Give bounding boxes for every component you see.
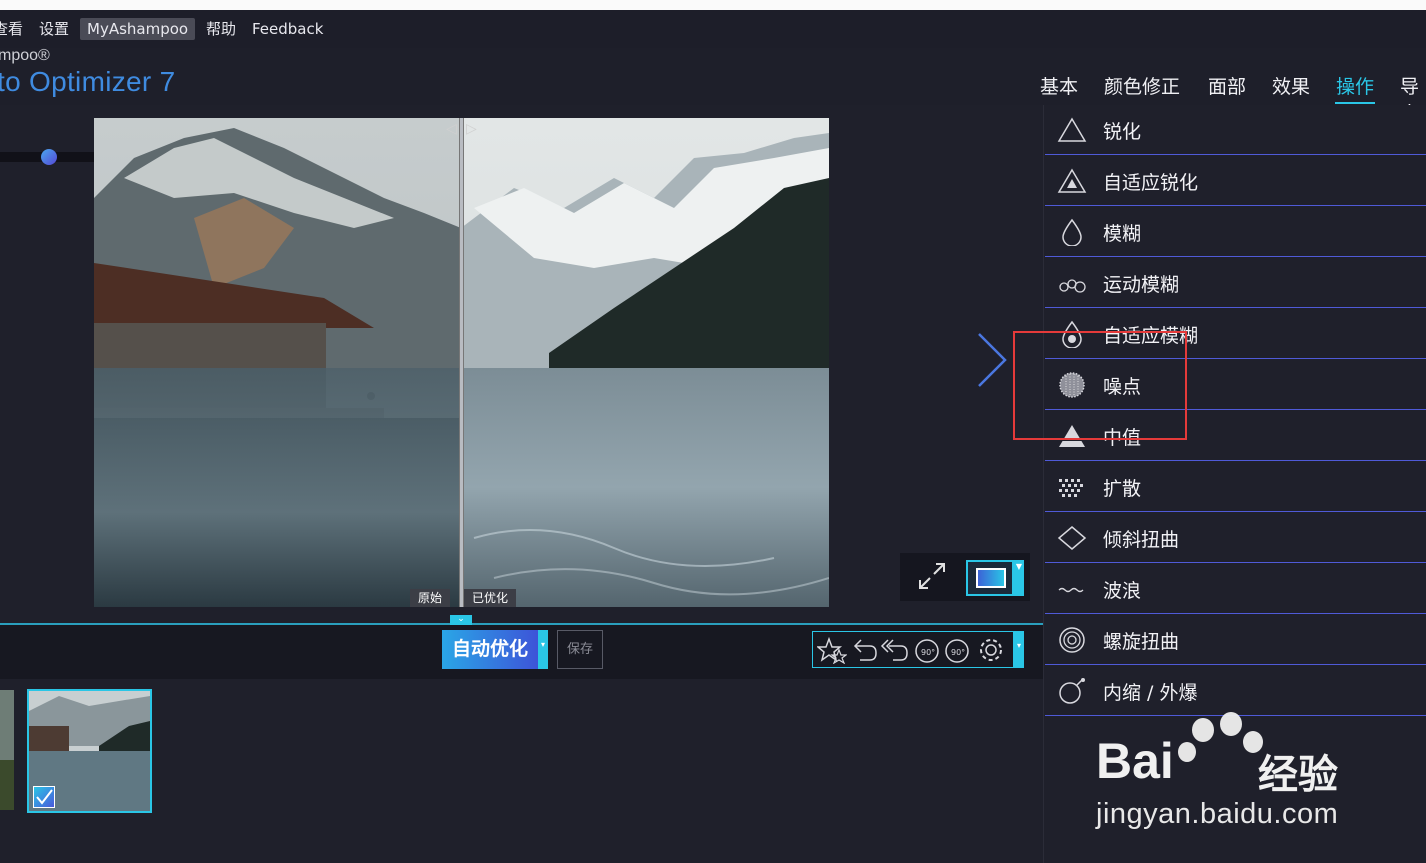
implode-explode-icon bbox=[1059, 678, 1085, 704]
split-right-arrow-icon[interactable]: ▷ bbox=[466, 121, 477, 137]
highlight-annotation-box bbox=[1013, 331, 1187, 440]
label-optimized: 已优化 bbox=[464, 589, 517, 607]
label-original: 原始 bbox=[410, 589, 451, 607]
operation-skew[interactable]: 倾斜扭曲 bbox=[1045, 513, 1426, 563]
tab-effects[interactable]: 效果 bbox=[1272, 72, 1310, 99]
tab-basic[interactable]: 基本 bbox=[1040, 72, 1078, 99]
operation-label: 运动模糊 bbox=[1103, 274, 1180, 296]
split-left-arrow-icon[interactable]: ◁ bbox=[446, 121, 457, 137]
thumbnail-checkbox[interactable] bbox=[33, 786, 55, 808]
zoom-slider-handle[interactable] bbox=[41, 149, 57, 165]
rotate-left-90-icon[interactable]: 90° bbox=[911, 636, 941, 664]
operation-adaptive-sharpen[interactable]: 自适应锐化 bbox=[1045, 156, 1426, 206]
watermark-url: jingyan.baidu.com bbox=[1096, 798, 1339, 830]
wave-icon bbox=[1058, 587, 1084, 593]
compare-view-button[interactable] bbox=[966, 560, 1014, 596]
collapse-filmstrip-button[interactable]: ⌄ bbox=[450, 615, 472, 625]
motion-blur-icon bbox=[1059, 279, 1086, 293]
operation-label: 锐化 bbox=[1103, 121, 1142, 143]
brand-vendor: mpoo® bbox=[0, 47, 50, 64]
operation-label: 自适应锐化 bbox=[1103, 172, 1199, 194]
auto-optimize-button[interactable]: 自动优化 bbox=[442, 630, 538, 669]
compare-view-dropdown[interactable]: ▼ bbox=[1014, 560, 1024, 596]
thumbnail-previous-image bbox=[0, 690, 14, 810]
app-window: 查看 设置 MyAshampoo 帮助 Feedback mpoo® to Op… bbox=[0, 0, 1426, 863]
operation-diffuse[interactable]: 扩散 bbox=[1045, 462, 1426, 512]
skew-icon bbox=[1057, 526, 1087, 550]
app-title: to Optimizer 7 bbox=[0, 66, 176, 97]
tools-dropdown[interactable]: ▾ bbox=[1014, 631, 1024, 668]
window-top-edge bbox=[0, 0, 1426, 10]
menu-view[interactable]: 查看 bbox=[0, 18, 30, 40]
menu-bar: 查看 设置 MyAshampoo 帮助 Feedback bbox=[0, 10, 1426, 48]
menu-settings[interactable]: 设置 bbox=[32, 18, 76, 40]
adaptive-sharpen-icon bbox=[1057, 168, 1087, 193]
operation-sharpen[interactable]: 锐化 bbox=[1045, 105, 1426, 155]
svg-text:90°: 90° bbox=[921, 648, 935, 657]
menu-feedback[interactable]: Feedback bbox=[245, 18, 330, 40]
category-tabs: 基本 颜色修正 面部 效果 操作 导出 bbox=[1025, 70, 1426, 125]
drop-blur-icon bbox=[1062, 218, 1082, 246]
tab-operations[interactable]: 操作 bbox=[1336, 72, 1374, 99]
operation-motion-blur[interactable]: 运动模糊 bbox=[1045, 258, 1426, 308]
compare-split-handle[interactable] bbox=[459, 118, 464, 607]
auto-optimize-dropdown[interactable]: ▾ bbox=[538, 630, 548, 669]
menu-help[interactable]: 帮助 bbox=[199, 18, 243, 40]
settings-gear-icon[interactable] bbox=[976, 636, 1006, 664]
operation-label: 模糊 bbox=[1103, 223, 1142, 245]
tab-color-correction[interactable]: 颜色修正 bbox=[1104, 72, 1180, 99]
triangle-sharpen-icon bbox=[1057, 117, 1087, 142]
tab-face[interactable]: 面部 bbox=[1208, 72, 1246, 99]
operation-label: 螺旋扭曲 bbox=[1103, 631, 1180, 653]
diffuse-icon bbox=[1059, 479, 1083, 497]
fullscreen-icon[interactable] bbox=[914, 562, 950, 594]
operation-wave[interactable]: 波浪 bbox=[1045, 564, 1426, 614]
watermark-brand-suffix: 经验 bbox=[1258, 752, 1338, 798]
watermark-brand: Bai bbox=[1096, 733, 1174, 789]
active-tab-indicator bbox=[1335, 102, 1375, 104]
operation-label: 波浪 bbox=[1103, 580, 1142, 602]
operation-swirl[interactable]: 螺旋扭曲 bbox=[1045, 615, 1426, 665]
undo-icon[interactable] bbox=[848, 636, 878, 664]
edit-tools-group: 90° 90° bbox=[812, 631, 1014, 668]
menu-myashampoo[interactable]: MyAshampoo bbox=[80, 18, 196, 40]
filmstrip bbox=[0, 679, 1043, 863]
operation-implode-explode[interactable]: 内缩 / 外爆 bbox=[1045, 666, 1426, 716]
thumbnail-previous[interactable] bbox=[0, 690, 14, 810]
save-button[interactable]: 保存 bbox=[557, 630, 603, 669]
operation-label: 内缩 / 外爆 bbox=[1103, 682, 1198, 704]
swirl-icon bbox=[1059, 627, 1085, 653]
chevron-right-icon[interactable] bbox=[975, 330, 1011, 390]
magic-wand-icon[interactable] bbox=[817, 636, 847, 664]
rotate-right-90-icon[interactable]: 90° bbox=[943, 636, 973, 664]
operation-label: 倾斜扭曲 bbox=[1103, 529, 1180, 551]
split-view-icon bbox=[976, 568, 1006, 588]
operation-blur[interactable]: 模糊 bbox=[1045, 207, 1426, 257]
checkmark-icon bbox=[36, 789, 53, 805]
operation-label: 扩散 bbox=[1103, 478, 1142, 500]
svg-text:90°: 90° bbox=[951, 648, 965, 657]
undo-all-icon[interactable] bbox=[879, 636, 909, 664]
